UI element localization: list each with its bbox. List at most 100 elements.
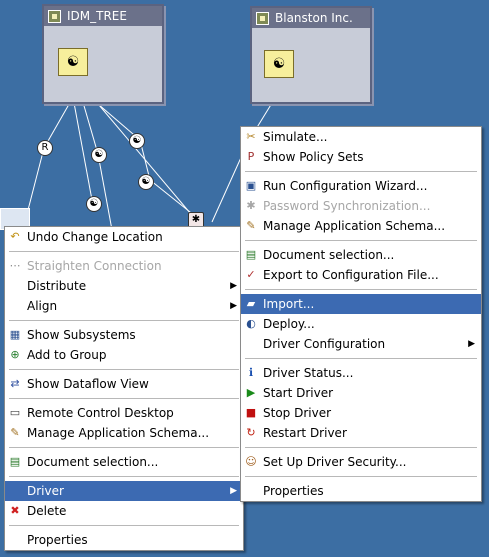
menu-item-manage-application-schema[interactable]: ✎ Manage Application Schema... [241, 216, 481, 236]
menu-item-import[interactable]: ▰ Import... [241, 294, 481, 314]
menu-item-label: Simulate... [263, 130, 328, 144]
menu-item-stop-driver[interactable]: ■ Stop Driver [241, 403, 481, 423]
menu-item-distribute[interactable]: Distribute ▶ [5, 276, 243, 296]
menu-item-delete[interactable]: ✖ Delete [5, 501, 243, 521]
menu-item-show-policy-sets[interactable]: P Show Policy Sets [241, 147, 481, 167]
menu-separator [245, 289, 477, 290]
menu-item-export-to-configuration-file[interactable]: ✓ Export to Configuration File... [241, 265, 481, 285]
menu-separator [245, 171, 477, 172]
menu-item-label: Document selection... [27, 455, 159, 469]
password-icon: ✱ [246, 199, 256, 212]
menu-separator [9, 320, 239, 321]
menu-item-driver[interactable]: Driver ▶ [5, 481, 243, 501]
menu-item-label: Remote Control Desktop [27, 406, 174, 420]
policy-icon: P [247, 150, 255, 163]
menu-separator [9, 525, 239, 526]
menu-item-straighten-connection: ⋯ Straighten Connection [5, 256, 243, 276]
connection-icon: ⋯ [9, 259, 21, 272]
info-icon: ℹ [248, 366, 254, 379]
menu-item-label: Undo Change Location [27, 230, 163, 244]
driver-node-icon[interactable]: ☯ [129, 133, 145, 149]
menu-item-label: Straighten Connection [27, 259, 162, 273]
menu-item-label: Show Policy Sets [263, 150, 364, 164]
driver-node-icon[interactable]: R [37, 140, 53, 156]
driver-node-icon[interactable]: ☯ [86, 196, 102, 212]
driver-node-icon[interactable]: ☯ [138, 174, 154, 190]
menu-item-document-selection[interactable]: ▤ Document selection... [5, 452, 243, 472]
schema-icon: ✎ [10, 426, 20, 439]
import-folder-icon: ▰ [246, 297, 256, 310]
document-icon: ▤ [9, 455, 21, 468]
tree-header: Blanston Inc. [252, 8, 370, 28]
menu-item-start-driver[interactable]: ▶ Start Driver [241, 383, 481, 403]
restart-icon: ↻ [246, 426, 256, 439]
menu-item-label: Stop Driver [263, 406, 332, 420]
menu-item-set-up-driver-security[interactable]: ☺ Set Up Driver Security... [241, 452, 481, 472]
menu-separator [9, 447, 239, 448]
driver-submenu: ✂ Simulate... P Show Policy Sets ▣ Run Config… [240, 126, 482, 502]
add-group-icon: ⊕ [10, 348, 20, 361]
delete-x-icon: ✖ [10, 504, 20, 517]
menu-item-driver-configuration[interactable]: Driver Configuration ▶ [241, 334, 481, 354]
menu-item-document-selection[interactable]: ▤ Document selection... [241, 245, 481, 265]
wizard-icon: ▣ [245, 179, 257, 192]
menu-item-remote-control-desktop[interactable]: ▭ Remote Control Desktop [5, 403, 243, 423]
menu-separator [245, 447, 477, 448]
menu-item-simulate[interactable]: ✂ Simulate... [241, 127, 481, 147]
menu-item-run-configuration-wizard[interactable]: ▣ Run Configuration Wizard... [241, 176, 481, 196]
tree-title: IDM_TREE [67, 9, 127, 23]
menu-item-label: Add to Group [27, 348, 107, 362]
submenu-arrow-icon: ▶ [230, 281, 237, 291]
submenu-arrow-icon: ▶ [230, 301, 237, 311]
menu-item-label: Manage Application Schema... [263, 219, 446, 233]
menu-item-undo-change-location[interactable]: ↶ Undo Change Location [5, 227, 243, 247]
menu-item-restart-driver[interactable]: ↻ Restart Driver [241, 423, 481, 443]
tree-idm-tree[interactable]: IDM_TREE ☯ [42, 4, 164, 104]
menu-item-label: Import... [263, 297, 315, 311]
menu-item-label: Show Dataflow View [27, 377, 149, 391]
menu-item-label: Run Configuration Wizard... [263, 179, 428, 193]
tree-icon [48, 9, 61, 23]
submenu-arrow-icon: ▶ [468, 339, 475, 349]
menu-item-label: Start Driver [263, 386, 334, 400]
export-icon: ✓ [246, 268, 256, 281]
driver-set-icon[interactable]: ☯ [58, 48, 88, 76]
stop-icon: ■ [245, 406, 257, 419]
menu-item-label: Driver [27, 484, 64, 498]
menu-item-label: Set Up Driver Security... [263, 455, 407, 469]
schema-icon: ✎ [246, 219, 256, 232]
menu-item-label: Password Synchronization... [263, 199, 431, 213]
menu-item-label: Driver Configuration [263, 337, 386, 351]
driver-node-icon[interactable]: ☯ [91, 147, 107, 163]
menu-item-properties[interactable]: Properties [241, 481, 481, 501]
menu-item-deploy[interactable]: ◐ Deploy... [241, 314, 481, 334]
menu-separator [9, 476, 239, 477]
undo-arrow-icon: ↶ [10, 230, 20, 243]
menu-item-label: Align [27, 299, 58, 313]
menu-item-label: Distribute [27, 279, 87, 293]
document-icon: ▤ [245, 248, 257, 261]
menu-item-label: Properties [263, 484, 324, 498]
tree-icon [256, 11, 269, 25]
menu-item-add-to-group[interactable]: ⊕ Add to Group [5, 345, 243, 365]
tree-title: Blanston Inc. [275, 11, 353, 25]
menu-item-label: Document selection... [263, 248, 395, 262]
deploy-icon: ◐ [246, 317, 256, 330]
menu-item-label: Driver Status... [263, 366, 354, 380]
menu-separator [245, 476, 477, 477]
security-user-icon: ☺ [245, 455, 257, 468]
driver-set-icon[interactable]: ☯ [264, 50, 294, 78]
menu-item-show-subsystems[interactable]: ▦ Show Subsystems [5, 325, 243, 345]
tree-header: IDM_TREE [44, 6, 162, 26]
monitor-icon: ▭ [9, 406, 21, 419]
tree-blanston[interactable]: Blanston Inc. ☯ [250, 6, 372, 104]
subsystems-icon: ▦ [9, 328, 21, 341]
menu-item-manage-application-schema[interactable]: ✎ Manage Application Schema... [5, 423, 243, 443]
submenu-arrow-icon: ▶ [230, 486, 237, 496]
menu-item-align[interactable]: Align ▶ [5, 296, 243, 316]
menu-item-properties[interactable]: Properties [5, 530, 243, 550]
context-menu: ↶ Undo Change Location ⋯ Straighten Connect… [4, 226, 244, 551]
menu-item-driver-status[interactable]: ℹ Driver Status... [241, 363, 481, 383]
dataflow-icon: ⇄ [10, 377, 20, 390]
menu-item-show-dataflow-view[interactable]: ⇄ Show Dataflow View [5, 374, 243, 394]
